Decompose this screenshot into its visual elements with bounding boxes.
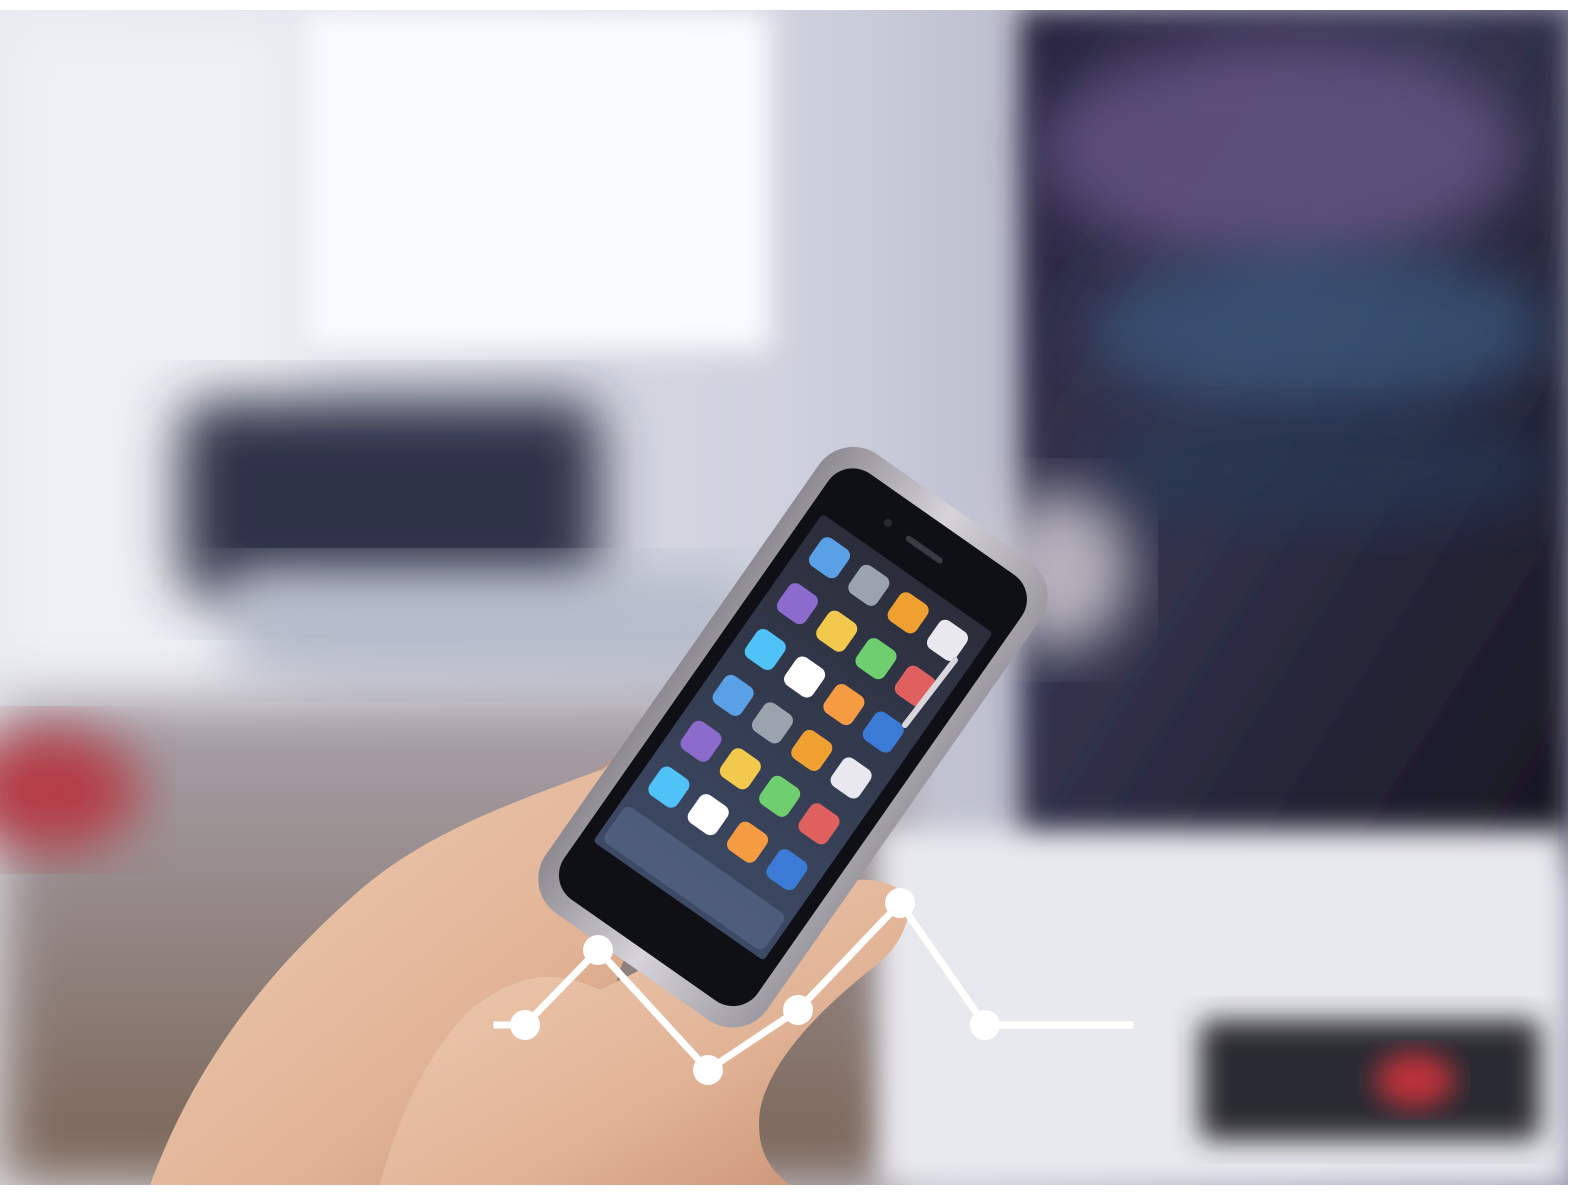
overlay-dot xyxy=(783,995,813,1025)
overlay-dot xyxy=(885,888,915,918)
overlay-dot xyxy=(583,935,613,965)
overlay-line-graphic xyxy=(493,888,1134,1085)
photo-frame xyxy=(0,10,1568,1185)
overlay-dot xyxy=(510,1010,540,1040)
overlay-polyline xyxy=(493,899,1134,1074)
overlay-dot xyxy=(970,1010,1000,1040)
overlay-dot xyxy=(693,1055,723,1085)
